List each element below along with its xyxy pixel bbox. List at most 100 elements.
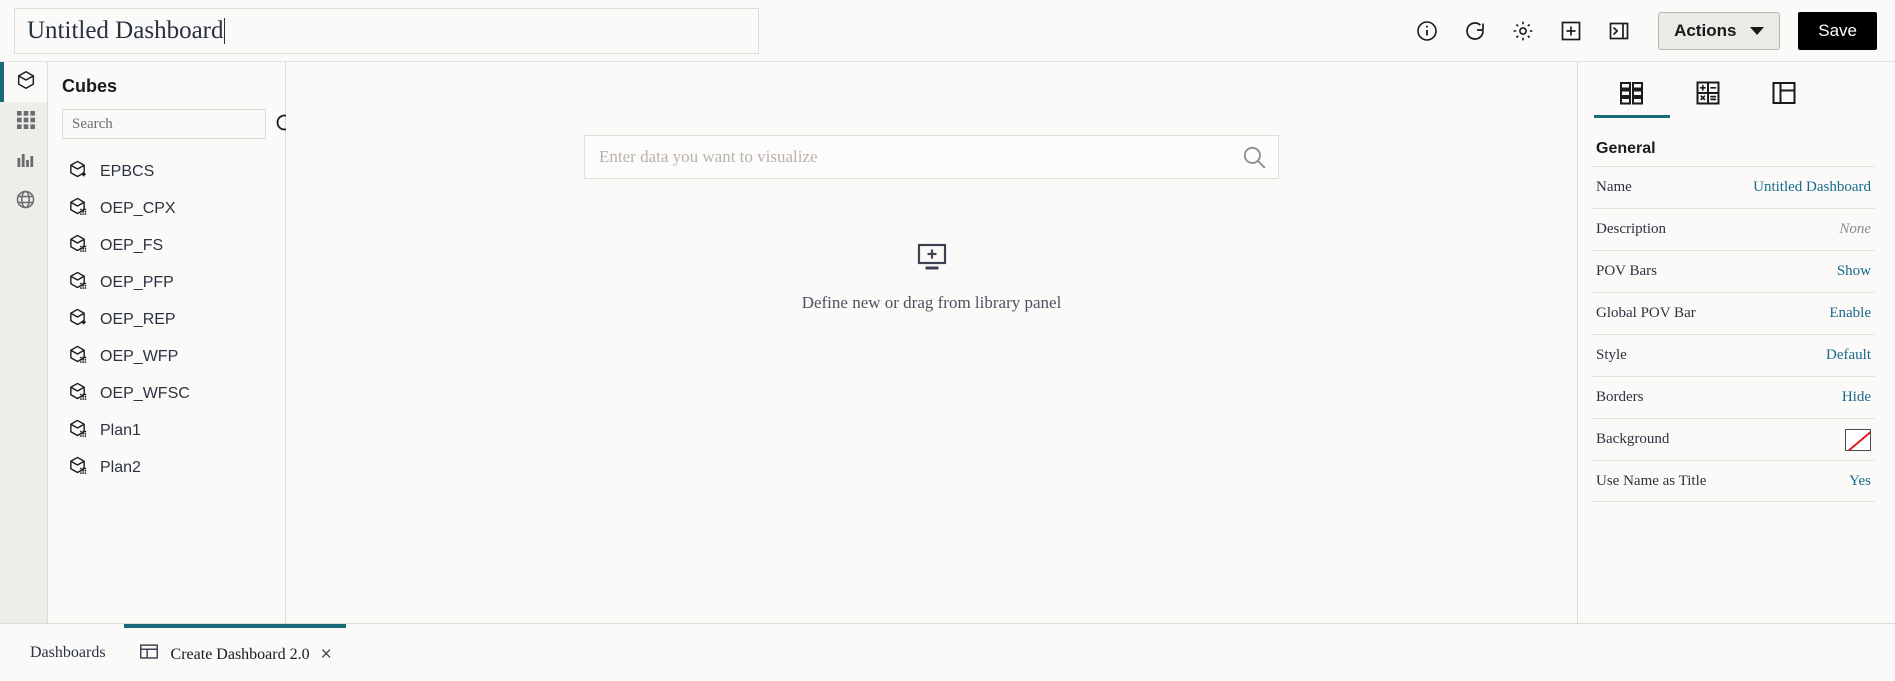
list-item-label: Plan2 [100, 458, 141, 476]
actions-label: Actions [1674, 20, 1737, 40]
library-title: Cubes [62, 76, 118, 96]
library-search-row [48, 109, 297, 139]
property-row-background: Background [1592, 418, 1875, 460]
cube-grid-icon [67, 344, 88, 370]
list-item[interactable]: OEP_CPX [48, 190, 285, 227]
property-key: Borders [1596, 389, 1644, 405]
dashboard-title-input[interactable]: Untitled Dashboard [14, 7, 759, 54]
property-key: Description [1596, 221, 1666, 237]
property-value[interactable]: Yes [1849, 473, 1871, 490]
bar-chart-icon [16, 150, 36, 175]
add-visualization-icon[interactable] [915, 241, 949, 280]
actions-button[interactable]: Actions [1658, 11, 1781, 50]
library-search-input[interactable] [62, 109, 266, 139]
list-item-label: OEP_PFP [100, 273, 174, 291]
rail-item-grid[interactable] [0, 102, 47, 142]
visualize-search-input[interactable] [599, 147, 1240, 167]
property-row-description: Description None [1592, 208, 1875, 250]
tab-general[interactable] [1594, 76, 1670, 118]
background-color-swatch[interactable] [1845, 428, 1871, 451]
property-row-global-pov-bar: Global POV Bar Enable [1592, 292, 1875, 334]
text-caret [224, 17, 226, 44]
list-item-label: OEP_WFSC [100, 384, 190, 402]
rail-item-global[interactable] [0, 182, 47, 222]
property-row-name: Name Untitled Dashboard [1592, 166, 1875, 208]
property-value[interactable]: Show [1837, 263, 1871, 280]
tab-dashboards-label: Dashboards [30, 643, 106, 661]
properties-content: General Name Untitled Dashboard Descript… [1578, 118, 1895, 502]
property-row-borders: Borders Hide [1592, 376, 1875, 418]
list-item[interactable]: EPBCS [48, 153, 285, 190]
close-icon[interactable]: × [321, 645, 332, 664]
expand-panel-icon[interactable] [1606, 18, 1632, 44]
property-key: Background [1596, 431, 1670, 447]
list-item[interactable]: Plan2 [48, 449, 285, 486]
list-item-label: Plan1 [100, 421, 141, 439]
list-item-label: OEP_WFP [100, 347, 179, 365]
properties-panel: General Name Untitled Dashboard Descript… [1578, 62, 1895, 623]
bottom-tab-bar: Dashboards Create Dashboard 2.0 × [0, 623, 1895, 681]
grid-icon [16, 110, 36, 135]
list-item[interactable]: OEP_WFP [48, 338, 285, 375]
cube-grid-icon [67, 233, 88, 259]
info-icon[interactable] [1414, 18, 1440, 44]
cube-plus-icon [67, 159, 88, 185]
tab-create-dashboard[interactable]: Create Dashboard 2.0 × [123, 624, 346, 681]
main-body: Cubes Search EPBCS OEP_CPX OEP_FS OEP_PF… [0, 62, 1895, 623]
property-row-style: Style Default [1592, 334, 1875, 376]
canvas-empty-text: Define new or drag from library panel [801, 293, 1062, 312]
cube-grid-icon [67, 381, 88, 407]
property-row-use-name-as-title: Use Name as Title Yes [1592, 460, 1875, 502]
list-item-label: EPBCS [100, 162, 155, 180]
list-item-label: OEP_CPX [100, 199, 176, 217]
chevron-down-icon [1750, 26, 1765, 35]
visualize-search-box[interactable] [584, 135, 1279, 179]
list-item-label: OEP_FS [100, 236, 164, 254]
list-item[interactable]: OEP_PFP [48, 264, 285, 301]
list-item[interactable]: Plan1 [48, 412, 285, 449]
list-item-label: OEP_REP [100, 310, 176, 328]
layout-grid-icon [1619, 80, 1645, 111]
property-value[interactable]: Untitled Dashboard [1753, 179, 1871, 196]
add-square-icon[interactable] [1558, 18, 1584, 44]
left-icon-rail [0, 62, 48, 623]
canvas-empty-state: Define new or drag from library panel [801, 241, 1062, 313]
property-key: Name [1596, 179, 1632, 195]
tab-layout[interactable] [1746, 76, 1822, 118]
property-row-pov-bars: POV Bars Show [1592, 250, 1875, 292]
cube-grid-icon [67, 270, 88, 296]
properties-heading: General [1596, 140, 1656, 157]
property-key: Use Name as Title [1596, 472, 1707, 489]
list-item[interactable]: OEP_WFSC [48, 375, 285, 412]
toolbar-icon-group [1414, 18, 1632, 44]
cube-grid-icon [67, 196, 88, 222]
save-label: Save [1818, 20, 1857, 40]
dashboard-app: Untitled Dashboard Actions Save Cubes Se… [0, 0, 1895, 681]
library-panel: Cubes Search EPBCS OEP_CPX OEP_FS OEP_PF… [48, 62, 297, 623]
panel-layout-icon [1771, 80, 1797, 111]
cube-grid-icon [67, 455, 88, 481]
properties-tabs [1578, 62, 1895, 118]
save-button[interactable]: Save [1798, 11, 1877, 50]
calculator-icon [1695, 80, 1721, 111]
globe-icon [15, 189, 36, 215]
tab-calculation[interactable] [1670, 76, 1746, 118]
property-value[interactable]: Enable [1829, 305, 1871, 322]
list-item[interactable]: OEP_REP [48, 301, 285, 338]
refresh-icon[interactable] [1462, 18, 1488, 44]
tab-dashboards[interactable]: Dashboards [12, 624, 124, 681]
property-key: Global POV Bar [1596, 305, 1696, 321]
property-value[interactable]: Default [1826, 347, 1871, 364]
property-key: POV Bars [1596, 263, 1657, 279]
search-icon[interactable] [1240, 143, 1268, 171]
cube-grid-icon [67, 418, 88, 444]
list-item[interactable]: OEP_FS [48, 227, 285, 264]
cube-plus-icon [67, 307, 88, 333]
property-value[interactable]: None [1839, 221, 1871, 238]
rail-item-charts[interactable] [0, 142, 47, 182]
property-key: Style [1596, 347, 1627, 363]
dashboard-canvas[interactable]: Define new or drag from library panel [286, 62, 1578, 623]
rail-item-cubes[interactable] [0, 62, 47, 102]
property-value[interactable]: Hide [1842, 389, 1871, 406]
gear-icon[interactable] [1510, 18, 1536, 44]
